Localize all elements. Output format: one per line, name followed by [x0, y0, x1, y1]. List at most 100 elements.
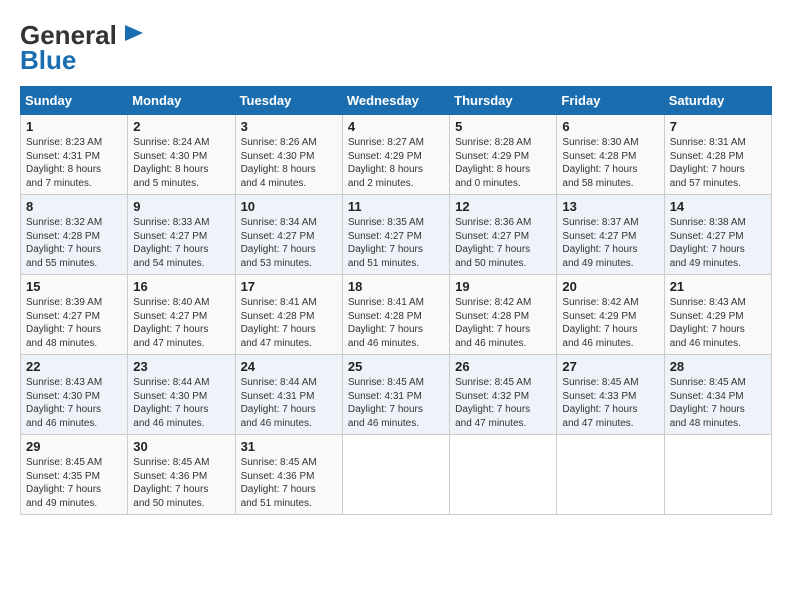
- calendar-body: 1 Sunrise: 8:23 AM Sunset: 4:31 PM Daylig…: [21, 115, 772, 515]
- day-info: Sunrise: 8:45 AM Sunset: 4:31 PM Dayligh…: [348, 376, 444, 430]
- day-number: 25: [348, 359, 444, 374]
- day-info: Sunrise: 8:40 AM Sunset: 4:27 PM Dayligh…: [133, 296, 229, 350]
- calendar-cell: 20 Sunrise: 8:42 AM Sunset: 4:29 PM Dayli…: [557, 275, 664, 355]
- day-info: Sunrise: 8:42 AM Sunset: 4:28 PM Dayligh…: [455, 296, 551, 350]
- day-number: 10: [241, 199, 337, 214]
- day-info: Sunrise: 8:32 AM Sunset: 4:28 PM Dayligh…: [26, 216, 122, 270]
- calendar-week-row: 29Sunrise: 8:45 AM Sunset: 4:35 PM Dayli…: [21, 435, 772, 515]
- day-info: Sunrise: 8:41 AM Sunset: 4:28 PM Dayligh…: [241, 296, 337, 350]
- calendar-cell: 12 Sunrise: 8:36 AM Sunset: 4:27 PM Dayli…: [450, 195, 557, 275]
- day-info: Sunrise: 8:45 AM Sunset: 4:34 PM Dayligh…: [670, 376, 766, 430]
- calendar-table: SundayMondayTuesdayWednesdayThursdayFrid…: [20, 86, 772, 515]
- day-number: 3: [241, 119, 337, 134]
- day-info: Sunrise: 8:37 AM Sunset: 4:27 PM Dayligh…: [562, 216, 658, 270]
- calendar-cell: 21 Sunrise: 8:43 AM Sunset: 4:29 PM Dayli…: [664, 275, 771, 355]
- logo-blue: Blue: [20, 45, 76, 76]
- calendar-cell: 10 Sunrise: 8:34 AM Sunset: 4:27 PM Dayli…: [235, 195, 342, 275]
- calendar-cell: 6 Sunrise: 8:30 AM Sunset: 4:28 PM Daylig…: [557, 115, 664, 195]
- calendar-cell: 17Sunrise: 8:41 AM Sunset: 4:28 PM Dayli…: [235, 275, 342, 355]
- day-info: Sunrise: 8:45 AM Sunset: 4:33 PM Dayligh…: [562, 376, 658, 430]
- calendar-cell: 19 Sunrise: 8:42 AM Sunset: 4:28 PM Dayli…: [450, 275, 557, 355]
- calendar-cell: 11Sunrise: 8:35 AM Sunset: 4:27 PM Dayli…: [342, 195, 449, 275]
- calendar-cell: 5 Sunrise: 8:28 AM Sunset: 4:29 PM Daylig…: [450, 115, 557, 195]
- day-number: 15: [26, 279, 122, 294]
- calendar-cell: 9 Sunrise: 8:33 AM Sunset: 4:27 PM Daylig…: [128, 195, 235, 275]
- day-info: Sunrise: 8:42 AM Sunset: 4:29 PM Dayligh…: [562, 296, 658, 350]
- day-info: Sunrise: 8:34 AM Sunset: 4:27 PM Dayligh…: [241, 216, 337, 270]
- day-info: Sunrise: 8:26 AM Sunset: 4:30 PM Dayligh…: [241, 136, 337, 190]
- day-number: 8: [26, 199, 122, 214]
- weekday-header-monday: Monday: [128, 87, 235, 115]
- day-info: Sunrise: 8:36 AM Sunset: 4:27 PM Dayligh…: [455, 216, 551, 270]
- calendar-week-row: 8 Sunrise: 8:32 AM Sunset: 4:28 PM Daylig…: [21, 195, 772, 275]
- calendar-cell: 30Sunrise: 8:45 AM Sunset: 4:36 PM Dayli…: [128, 435, 235, 515]
- day-number: 20: [562, 279, 658, 294]
- calendar-cell: 8 Sunrise: 8:32 AM Sunset: 4:28 PM Daylig…: [21, 195, 128, 275]
- calendar-cell: 23 Sunrise: 8:44 AM Sunset: 4:30 PM Dayli…: [128, 355, 235, 435]
- day-number: 24: [241, 359, 337, 374]
- day-info: Sunrise: 8:44 AM Sunset: 4:30 PM Dayligh…: [133, 376, 229, 430]
- calendar-cell: [557, 435, 664, 515]
- calendar-cell: 16 Sunrise: 8:40 AM Sunset: 4:27 PM Dayli…: [128, 275, 235, 355]
- calendar-week-row: 1 Sunrise: 8:23 AM Sunset: 4:31 PM Daylig…: [21, 115, 772, 195]
- calendar-cell: 15 Sunrise: 8:39 AM Sunset: 4:27 PM Dayli…: [21, 275, 128, 355]
- day-number: 11: [348, 199, 444, 214]
- day-info: Sunrise: 8:27 AM Sunset: 4:29 PM Dayligh…: [348, 136, 444, 190]
- day-number: 4: [348, 119, 444, 134]
- day-number: 12: [455, 199, 551, 214]
- calendar-week-row: 15 Sunrise: 8:39 AM Sunset: 4:27 PM Dayli…: [21, 275, 772, 355]
- day-info: Sunrise: 8:41 AM Sunset: 4:28 PM Dayligh…: [348, 296, 444, 350]
- day-number: 1: [26, 119, 122, 134]
- calendar-cell: 14 Sunrise: 8:38 AM Sunset: 4:27 PM Dayli…: [664, 195, 771, 275]
- day-number: 18: [348, 279, 444, 294]
- calendar-cell: [450, 435, 557, 515]
- day-info: Sunrise: 8:33 AM Sunset: 4:27 PM Dayligh…: [133, 216, 229, 270]
- calendar-cell: 25 Sunrise: 8:45 AM Sunset: 4:31 PM Dayli…: [342, 355, 449, 435]
- logo: General Blue: [20, 20, 145, 76]
- day-info: Sunrise: 8:24 AM Sunset: 4:30 PM Dayligh…: [133, 136, 229, 190]
- day-info: Sunrise: 8:44 AM Sunset: 4:31 PM Dayligh…: [241, 376, 337, 430]
- day-number: 28: [670, 359, 766, 374]
- calendar-cell: 28 Sunrise: 8:45 AM Sunset: 4:34 PM Dayli…: [664, 355, 771, 435]
- weekday-header-wednesday: Wednesday: [342, 87, 449, 115]
- calendar-cell: 18 Sunrise: 8:41 AM Sunset: 4:28 PM Dayli…: [342, 275, 449, 355]
- day-info: Sunrise: 8:45 AM Sunset: 4:35 PM Dayligh…: [26, 456, 122, 510]
- calendar-header: SundayMondayTuesdayWednesdayThursdayFrid…: [21, 87, 772, 115]
- calendar-cell: 7Sunrise: 8:31 AM Sunset: 4:28 PM Daylig…: [664, 115, 771, 195]
- day-info: Sunrise: 8:43 AM Sunset: 4:29 PM Dayligh…: [670, 296, 766, 350]
- calendar-cell: 24 Sunrise: 8:44 AM Sunset: 4:31 PM Dayli…: [235, 355, 342, 435]
- day-info: Sunrise: 8:30 AM Sunset: 4:28 PM Dayligh…: [562, 136, 658, 190]
- calendar-cell: 26Sunrise: 8:45 AM Sunset: 4:32 PM Dayli…: [450, 355, 557, 435]
- day-info: Sunrise: 8:45 AM Sunset: 4:36 PM Dayligh…: [133, 456, 229, 510]
- day-number: 23: [133, 359, 229, 374]
- day-info: Sunrise: 8:45 AM Sunset: 4:32 PM Dayligh…: [455, 376, 551, 430]
- day-number: 27: [562, 359, 658, 374]
- day-number: 19: [455, 279, 551, 294]
- weekday-header-thursday: Thursday: [450, 87, 557, 115]
- weekday-header-friday: Friday: [557, 87, 664, 115]
- day-number: 21: [670, 279, 766, 294]
- day-number: 16: [133, 279, 229, 294]
- calendar-cell: 27 Sunrise: 8:45 AM Sunset: 4:33 PM Dayli…: [557, 355, 664, 435]
- calendar-cell: 29Sunrise: 8:45 AM Sunset: 4:35 PM Dayli…: [21, 435, 128, 515]
- calendar-cell: 3 Sunrise: 8:26 AM Sunset: 4:30 PM Daylig…: [235, 115, 342, 195]
- day-info: Sunrise: 8:23 AM Sunset: 4:31 PM Dayligh…: [26, 136, 122, 190]
- calendar-cell: 31Sunrise: 8:45 AM Sunset: 4:36 PM Dayli…: [235, 435, 342, 515]
- page-header: General Blue: [20, 20, 772, 76]
- day-number: 7: [670, 119, 766, 134]
- day-number: 9: [133, 199, 229, 214]
- calendar-cell: [664, 435, 771, 515]
- calendar-cell: 1 Sunrise: 8:23 AM Sunset: 4:31 PM Daylig…: [21, 115, 128, 195]
- day-number: 5: [455, 119, 551, 134]
- day-info: Sunrise: 8:38 AM Sunset: 4:27 PM Dayligh…: [670, 216, 766, 270]
- day-info: Sunrise: 8:39 AM Sunset: 4:27 PM Dayligh…: [26, 296, 122, 350]
- calendar-cell: 4 Sunrise: 8:27 AM Sunset: 4:29 PM Daylig…: [342, 115, 449, 195]
- day-info: Sunrise: 8:28 AM Sunset: 4:29 PM Dayligh…: [455, 136, 551, 190]
- day-number: 13: [562, 199, 658, 214]
- weekday-header-row: SundayMondayTuesdayWednesdayThursdayFrid…: [21, 87, 772, 115]
- day-info: Sunrise: 8:45 AM Sunset: 4:36 PM Dayligh…: [241, 456, 337, 510]
- day-number: 6: [562, 119, 658, 134]
- day-number: 14: [670, 199, 766, 214]
- day-info: Sunrise: 8:43 AM Sunset: 4:30 PM Dayligh…: [26, 376, 122, 430]
- day-number: 22: [26, 359, 122, 374]
